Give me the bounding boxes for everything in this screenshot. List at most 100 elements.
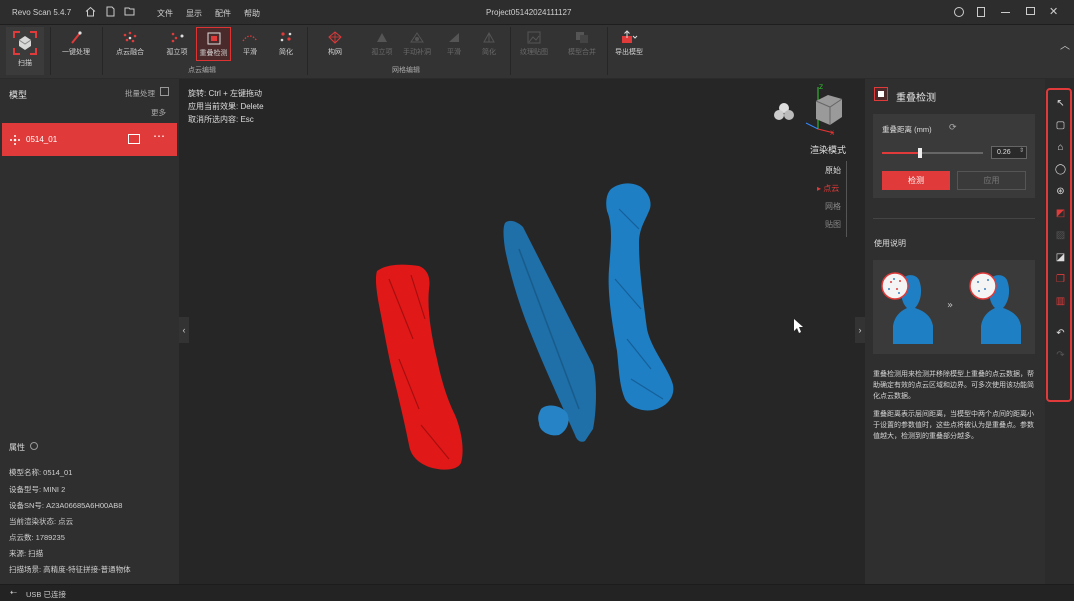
point-cloud-icon bbox=[123, 31, 137, 43]
point-cloud-model-icon bbox=[10, 135, 20, 145]
scan-button[interactable]: 扫描 bbox=[6, 27, 44, 75]
one-click-button[interactable]: 一键处理 bbox=[57, 27, 95, 61]
mouse-cursor-icon bbox=[794, 319, 803, 333]
menu-display[interactable]: 显示 bbox=[186, 8, 202, 19]
distance-slider-fill bbox=[882, 152, 921, 154]
minimize-icon[interactable] bbox=[1001, 12, 1010, 13]
isolated-points-icon bbox=[171, 32, 184, 43]
point-merge-button[interactable]: 点云融合 bbox=[112, 27, 148, 61]
select-all-icon[interactable]: ◩ bbox=[1054, 207, 1067, 220]
overlap-detect-icon bbox=[207, 32, 220, 45]
detect-button[interactable]: 检测 bbox=[882, 171, 950, 190]
prop-model-name: 模型名称: 0514_01 bbox=[9, 468, 73, 477]
menu-file[interactable]: 文件 bbox=[157, 8, 173, 19]
menu-help[interactable]: 帮助 bbox=[244, 8, 260, 19]
distance-slider-handle[interactable] bbox=[918, 148, 923, 158]
usage-description-1: 重叠检测用来检测并移除模型上重叠的点云数据，帮助确定有效的点云区域和边界。可多次… bbox=[873, 371, 1034, 400]
merge-icon bbox=[576, 32, 588, 43]
undo-icon[interactable]: ↶ bbox=[1054, 327, 1067, 340]
texture-icon bbox=[527, 31, 541, 44]
copy-icon[interactable]: ❐ bbox=[1054, 273, 1067, 286]
properties-title: 属性 bbox=[9, 443, 25, 452]
mesh-simplify-label: 简化 bbox=[482, 49, 496, 56]
mesh-build-label: 构网 bbox=[328, 49, 342, 56]
refresh-icon[interactable]: ⟳ bbox=[949, 122, 957, 133]
magic-wand-icon bbox=[71, 31, 82, 44]
film-icon[interactable] bbox=[128, 134, 140, 144]
edit-tool-strip: ↖ ▢ ⌂ ◯ ⊛ ◩ ▨ ◪ ❐ ▥ ↶ ↷ bbox=[1045, 79, 1074, 584]
distance-settings-card: 重叠距离 (mm) ⟳ 0.26 ⇕ 检测 应用 bbox=[873, 114, 1035, 198]
prop-device-model: 设备型号: MINI 2 bbox=[9, 485, 66, 494]
group-mesh-edit: 网格编辑 bbox=[392, 67, 420, 74]
one-click-label: 一键处理 bbox=[62, 49, 90, 56]
select-arrow-icon[interactable]: ↖ bbox=[1054, 97, 1067, 110]
scan-label: 扫描 bbox=[18, 60, 32, 67]
title-bar: Revo Scan 5.4.7 文件 显示 配件 帮助 Project05142… bbox=[0, 0, 1074, 25]
mesh-smooth-label: 平滑 bbox=[447, 49, 461, 56]
info-icon[interactable] bbox=[30, 442, 38, 450]
scan-icon bbox=[13, 31, 37, 55]
new-file-icon[interactable] bbox=[105, 6, 116, 17]
mesh-simplify-icon bbox=[483, 31, 495, 43]
status-bar: ⇠ USB 已连接 bbox=[0, 584, 1074, 601]
model-name: 0514_01 bbox=[26, 135, 58, 144]
mesh-isolated-label: 孤立项 bbox=[371, 49, 393, 56]
redo-icon: ↷ bbox=[1056, 350, 1065, 361]
smooth-icon bbox=[242, 35, 258, 42]
usb-status: USB 已连接 bbox=[26, 590, 67, 599]
mesh-isolated-icon bbox=[377, 33, 387, 42]
rect-select-icon[interactable]: ▢ bbox=[1054, 119, 1067, 132]
delete-icon[interactable]: ▥ bbox=[1054, 295, 1067, 308]
point-isolated-button[interactable]: 孤立项 bbox=[162, 27, 192, 61]
mesh-build-button[interactable]: 构网 bbox=[320, 27, 350, 61]
model-merge-button: 模型合并 bbox=[565, 27, 599, 61]
app-name: Revo Scan 5.4.7 bbox=[12, 8, 72, 17]
group-point-edit: 点云编辑 bbox=[188, 67, 216, 74]
point-merge-label: 点云融合 bbox=[116, 49, 144, 56]
simplify-icon bbox=[280, 32, 292, 42]
manual-fill-label: 手动补洞 bbox=[403, 49, 431, 56]
brush-select-icon[interactable]: ⊛ bbox=[1054, 185, 1067, 198]
point-isolated-label: 孤立项 bbox=[166, 49, 188, 56]
usage-title: 使用说明 bbox=[874, 239, 906, 248]
stepper-icon[interactable]: ⇕ bbox=[1019, 147, 1024, 154]
mesh-smooth-icon bbox=[449, 33, 459, 42]
maximize-icon[interactable] bbox=[1026, 7, 1035, 15]
deselect-icon[interactable]: ◪ bbox=[1054, 251, 1067, 264]
point-smooth-button[interactable]: 平滑 bbox=[236, 27, 264, 61]
settings-icon[interactable] bbox=[954, 7, 964, 17]
bust-illustration: » bbox=[881, 272, 1021, 344]
apply-button[interactable]: 应用 bbox=[957, 171, 1026, 190]
batch-process-link[interactable]: 批量处理 bbox=[125, 88, 155, 99]
clipboard-icon[interactable] bbox=[977, 7, 985, 17]
models-title: 模型 bbox=[9, 90, 28, 100]
polygon-select-icon[interactable]: ⌂ bbox=[1054, 141, 1067, 154]
menu-accessory[interactable]: 配件 bbox=[215, 8, 231, 19]
lasso-select-icon[interactable]: ◯ bbox=[1054, 163, 1067, 176]
usage-description-2: 重叠距离表示层间距离，当模型中两个点间的距离小于设置的参数值时，这些点将被认为是… bbox=[873, 411, 1034, 440]
fill-hole-icon bbox=[410, 32, 424, 43]
model-list-item[interactable]: 0514_01 ⋯ bbox=[2, 123, 177, 156]
prop-point-count: 点云数: 1789235 bbox=[9, 533, 65, 542]
point-simplify-button[interactable]: 简化 bbox=[272, 27, 300, 61]
texture-button: 纹理贴图 bbox=[517, 27, 551, 61]
point-simplify-label: 简化 bbox=[279, 49, 293, 56]
distance-slider-track[interactable] bbox=[882, 148, 983, 158]
usage-illustration: » bbox=[873, 260, 1035, 354]
close-icon[interactable]: ✕ bbox=[1049, 5, 1058, 18]
3d-viewport[interactable]: 旋转: Ctrl + 左键拖动 应用当前效果: Delete 取消所选内容: E… bbox=[179, 79, 865, 584]
manual-fill-button: 手动补洞 bbox=[400, 27, 434, 61]
export-model-button[interactable]: 导出模型 bbox=[612, 27, 646, 61]
batch-icon[interactable] bbox=[160, 87, 169, 96]
more-link[interactable]: 更多 bbox=[151, 107, 166, 118]
overlap-detect-panel-icon bbox=[874, 87, 888, 101]
open-folder-icon[interactable] bbox=[124, 6, 135, 17]
mesh-isolated-button: 孤立项 bbox=[367, 27, 397, 61]
invert-select-icon: ▨ bbox=[1055, 230, 1066, 241]
collapse-ribbon-icon[interactable]: ︿ bbox=[1060, 37, 1070, 52]
home-icon[interactable] bbox=[85, 6, 96, 17]
mesh-icon bbox=[328, 31, 342, 44]
overlap-detect-button[interactable]: 重叠检测 bbox=[196, 27, 231, 61]
more-options-icon[interactable]: ⋯ bbox=[153, 129, 165, 143]
distance-input[interactable]: 0.26 ⇕ bbox=[991, 146, 1027, 159]
